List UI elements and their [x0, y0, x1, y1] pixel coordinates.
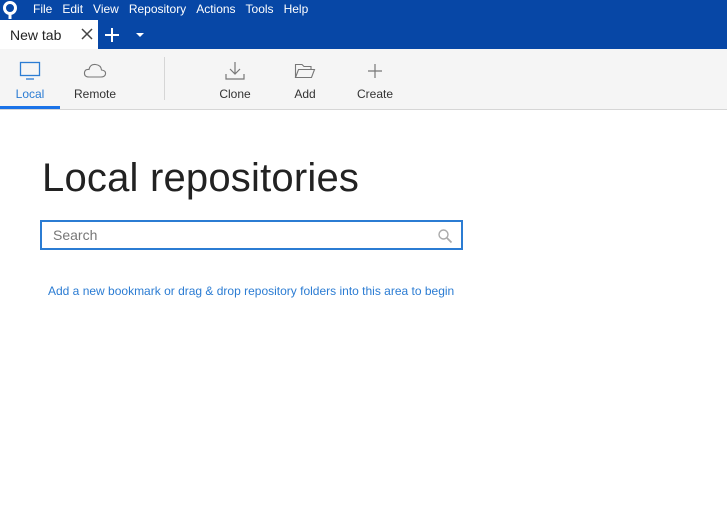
search-icon[interactable]	[437, 228, 453, 244]
menu-help[interactable]: Help	[279, 0, 314, 20]
tab-strip: New tab	[0, 20, 727, 49]
close-icon[interactable]	[80, 27, 94, 41]
remote-button[interactable]: Remote	[64, 49, 126, 109]
plus-icon	[105, 27, 119, 42]
local-button[interactable]: Local	[0, 49, 60, 109]
clone-label: Clone	[219, 87, 251, 101]
toolbar-divider	[164, 57, 165, 100]
menu-repository[interactable]: Repository	[124, 0, 191, 20]
menu-bar: File Edit View Repository Actions Tools …	[0, 0, 727, 20]
cloud-icon	[83, 59, 107, 83]
toolbar: Local Remote Clone Add Create	[0, 49, 727, 110]
menu-actions[interactable]: Actions	[191, 0, 240, 20]
menu-edit[interactable]: Edit	[57, 0, 88, 20]
active-tab-indicator	[0, 106, 60, 109]
add-bookmark-hint-link[interactable]: Add a new bookmark or drag & drop reposi…	[48, 284, 454, 298]
download-icon	[224, 59, 246, 83]
menu-view[interactable]: View	[88, 0, 124, 20]
search-box[interactable]	[40, 220, 463, 250]
plus-icon	[366, 59, 384, 83]
menu-tools[interactable]: Tools	[241, 0, 279, 20]
add-label: Add	[294, 87, 316, 101]
search-input[interactable]	[42, 222, 432, 248]
new-tab-button[interactable]	[98, 20, 126, 49]
tab-new[interactable]: New tab	[0, 20, 98, 49]
sourcetree-logo-icon	[0, 0, 22, 20]
add-button[interactable]: Add	[282, 49, 328, 109]
tab-title: New tab	[10, 26, 62, 43]
page-title: Local repositories	[42, 156, 360, 200]
create-label: Create	[356, 87, 394, 101]
clone-button[interactable]: Clone	[210, 49, 260, 109]
folder-open-icon	[294, 59, 316, 83]
menu-file[interactable]: File	[28, 0, 57, 20]
local-label: Local	[15, 87, 45, 101]
remote-label: Remote	[73, 87, 117, 101]
monitor-icon	[19, 59, 41, 83]
caret-down-icon	[136, 32, 144, 37]
tab-dropdown-button[interactable]	[126, 20, 154, 49]
create-button[interactable]: Create	[350, 49, 400, 109]
